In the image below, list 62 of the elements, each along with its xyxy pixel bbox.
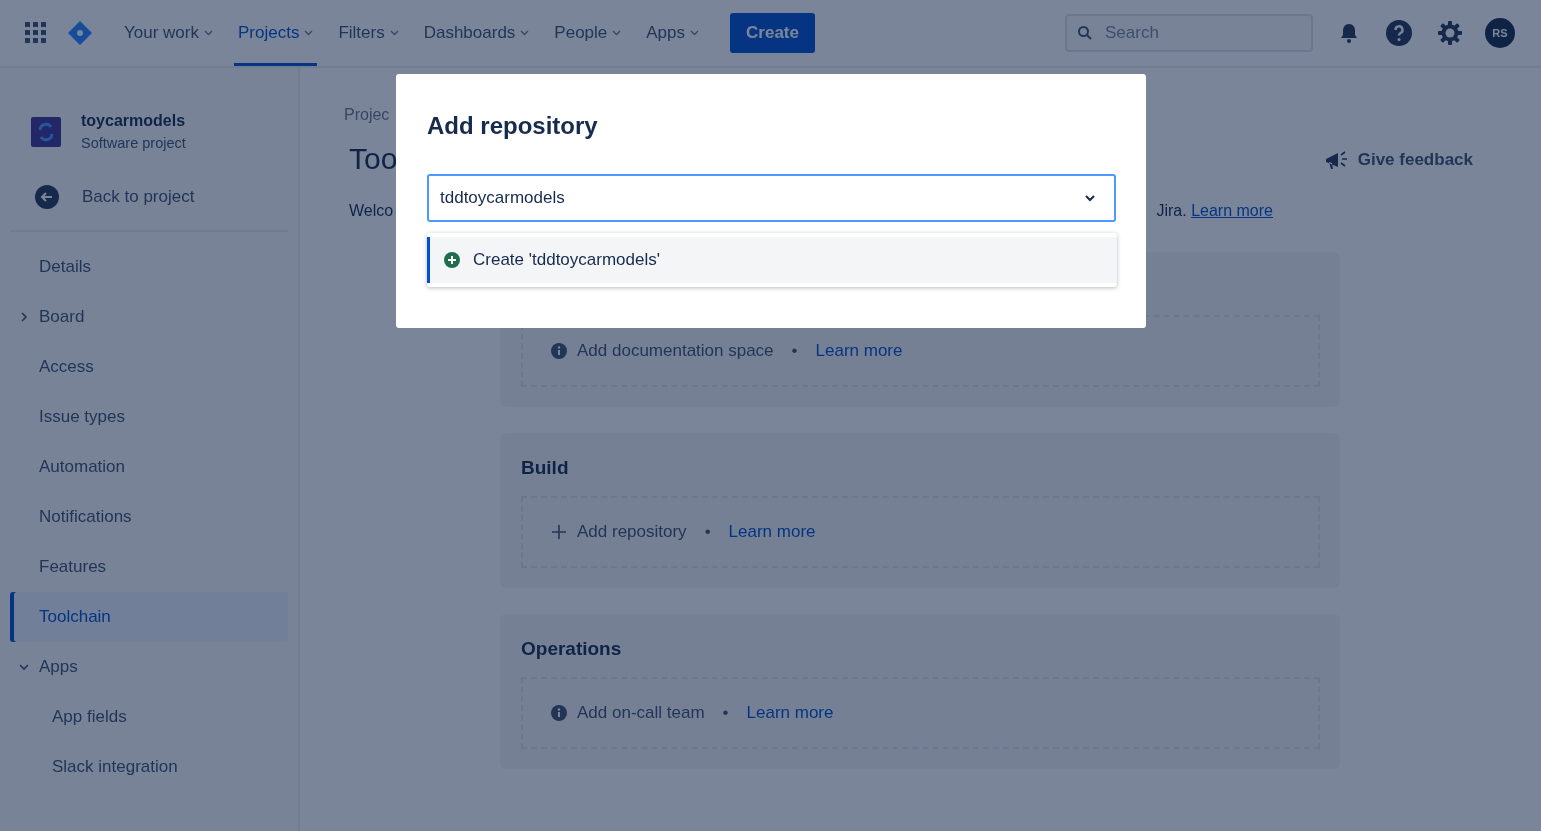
nav-menu-item[interactable]: Your work (120, 0, 217, 66)
plus-icon (551, 524, 567, 540)
search-field[interactable]: Search (1065, 14, 1313, 52)
card-title: Build (521, 457, 570, 479)
modal-title: Add repository (427, 112, 599, 140)
caret-icon (203, 30, 213, 36)
dropdown-option[interactable]: Create 'tddtoycarmodels' (427, 237, 1117, 283)
back-to-project-link[interactable]: Back to project (10, 151, 288, 209)
nav-menu-item[interactable]: Dashboards (419, 0, 534, 66)
info-icon (551, 343, 567, 359)
nav-menu-item[interactable]: Apps (642, 0, 704, 66)
sidebar-item[interactable]: Details (10, 242, 288, 292)
action-link[interactable]: Add on-call team (577, 703, 705, 723)
learn-more-link[interactable]: Learn more (815, 341, 903, 361)
sidebar-item[interactable]: Slack integration (10, 742, 288, 792)
breadcrumb: Projec (344, 106, 391, 124)
sidebar-item[interactable]: Features (10, 542, 288, 592)
sidebar-item[interactable]: App fields (10, 692, 288, 742)
separator-dot: • (722, 703, 729, 723)
sidebar-item[interactable]: Apps (10, 642, 288, 692)
search-icon (1077, 25, 1093, 41)
learn-more-link[interactable]: Learn more (746, 703, 834, 723)
project-icon (31, 116, 61, 147)
give-feedback-button[interactable]: Give feedback (1317, 148, 1479, 172)
chevron-right-icon (19, 312, 29, 322)
sidebar-item[interactable]: Issue types (10, 392, 288, 442)
caret-icon (612, 30, 622, 36)
megaphone-icon (1323, 149, 1350, 171)
action-link[interactable]: Add repository (577, 522, 687, 542)
settings-icon[interactable] (1437, 20, 1463, 46)
add-circle-icon (443, 251, 461, 269)
welcome-text: Welco (349, 202, 394, 220)
action-link[interactable]: Add documentation space (577, 341, 774, 361)
page-title: Too (349, 142, 398, 176)
chevron-down-icon (19, 662, 29, 672)
project-type: Software project (81, 135, 186, 151)
app-switcher-icon[interactable] (25, 22, 47, 44)
learn-more-link[interactable]: Learn more (1191, 202, 1273, 219)
help-icon[interactable] (1385, 19, 1413, 47)
caret-icon (690, 30, 700, 36)
create-button[interactable]: Create (730, 13, 816, 53)
learn-more-link[interactable]: Learn more (728, 522, 816, 542)
caret-icon (389, 30, 399, 36)
user-avatar[interactable]: RS (1485, 18, 1515, 48)
sidebar-item[interactable]: Automation (10, 442, 288, 492)
repository-select-field[interactable]: tddtoycarmodels (427, 174, 1116, 222)
sidebar-item[interactable]: Access (10, 342, 288, 392)
sidebar-item[interactable]: Board (10, 292, 288, 342)
caret-icon (520, 30, 530, 36)
chevron-down-icon (1084, 194, 1096, 202)
sidebar-item[interactable]: Toolchain (10, 592, 288, 642)
nav-menu-item[interactable]: People (550, 0, 626, 66)
caret-icon (304, 30, 314, 36)
project-name: toycarmodels (81, 112, 186, 130)
separator-dot: • (791, 341, 798, 361)
diamond-logo-icon[interactable] (67, 20, 93, 46)
info-icon (551, 705, 567, 721)
sidebar-item[interactable]: Notifications (10, 492, 288, 542)
card-title: Operations (521, 638, 623, 660)
welcome-text: Jira. (1156, 202, 1187, 219)
separator-dot: • (704, 522, 711, 542)
nav-menu-item[interactable]: Filters (334, 0, 403, 66)
